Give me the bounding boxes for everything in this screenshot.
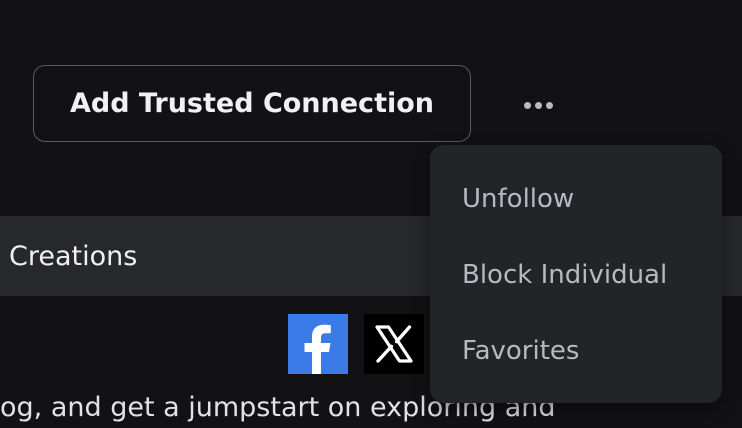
- tab-creations[interactable]: Creations: [9, 216, 137, 296]
- more-options-button[interactable]: [512, 86, 564, 124]
- tab-creations-label: Creations: [9, 240, 138, 272]
- add-trusted-connection-button[interactable]: Add Trusted Connection: [33, 65, 471, 142]
- more-options-menu: Unfollow Block Individual Favorites: [430, 145, 722, 403]
- x-icon: [375, 325, 413, 363]
- facebook-share-button[interactable]: [288, 314, 348, 374]
- more-horizontal-icon: [522, 101, 555, 109]
- x-share-button[interactable]: [364, 314, 424, 374]
- profile-page: Add Trusted Connection Creations og, and…: [0, 0, 742, 428]
- menu-item-block-individual[interactable]: Block Individual: [462, 255, 667, 295]
- facebook-icon: [304, 324, 331, 374]
- add-trusted-connection-label: Add Trusted Connection: [69, 88, 434, 119]
- menu-item-favorites[interactable]: Favorites: [462, 331, 579, 371]
- menu-item-unfollow[interactable]: Unfollow: [462, 179, 574, 219]
